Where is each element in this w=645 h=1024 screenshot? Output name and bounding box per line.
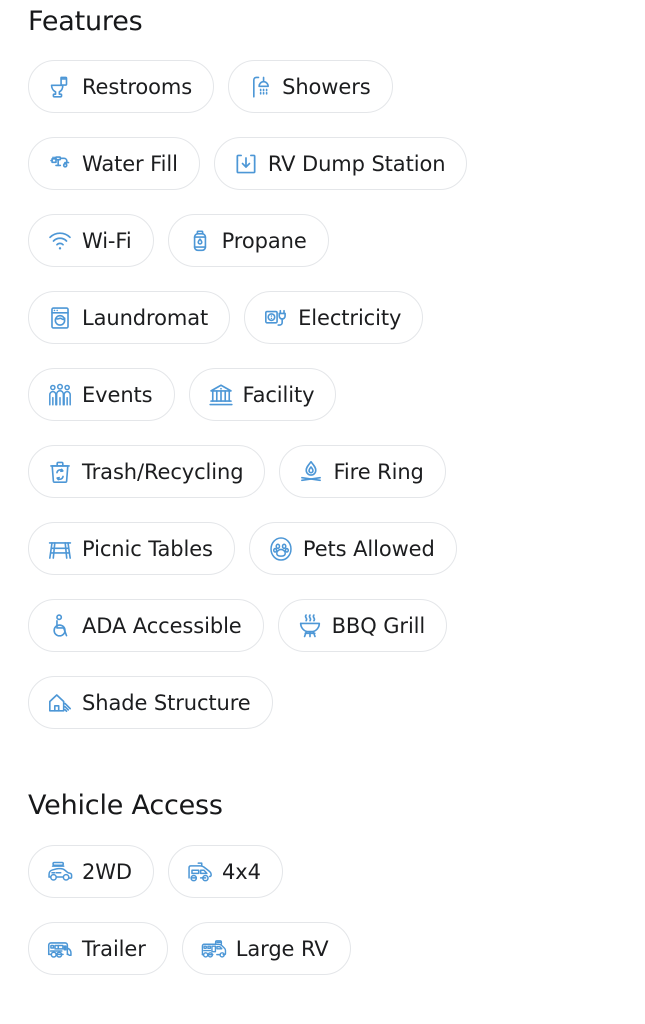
features-heading: Features [28, 6, 143, 37]
chip-label: BBQ Grill [331, 613, 426, 638]
chip-label: Trailer [82, 936, 146, 961]
wifi-icon [47, 228, 73, 254]
chip-restrooms[interactable]: Restrooms [28, 60, 215, 113]
chip-facility[interactable]: Facility [188, 368, 337, 421]
chip-large-rv[interactable]: Large RV [181, 922, 351, 975]
amenities-page: Features Restrooms Showers Water Fill RV… [0, 0, 645, 1024]
vehicle-access-section: Vehicle Access 2WD 4x4 Trailer Large RV [28, 789, 617, 975]
chip-label: Large RV [235, 936, 329, 961]
chip-label: 2WD [82, 859, 132, 884]
chip-label: Water Fill [82, 151, 178, 176]
chip-electricity[interactable]: Electricity [244, 291, 424, 344]
chip-label: Fire Ring [333, 459, 424, 484]
van-icon [187, 859, 213, 885]
chip-shade-structure[interactable]: Shade Structure [28, 676, 273, 729]
washing-machine-icon [47, 305, 73, 331]
chip-propane[interactable]: Propane [167, 214, 329, 267]
outlet-plug-icon [263, 305, 289, 331]
faucet-icon [47, 151, 73, 177]
chip-fire-ring[interactable]: Fire Ring [279, 445, 446, 498]
chip-label: Events [82, 382, 153, 407]
chip-water-fill[interactable]: Water Fill [28, 137, 200, 190]
vehicle-access-chip-list: 2WD 4x4 Trailer Large RV [28, 845, 617, 975]
campfire-icon [298, 459, 324, 485]
chip-label: Facility [242, 382, 315, 407]
chip-label: Propane [221, 228, 307, 253]
picnic-table-icon [47, 536, 73, 562]
chip-label: ADA Accessible [82, 613, 242, 638]
bbq-grill-icon [297, 613, 323, 639]
chip-showers[interactable]: Showers [228, 60, 393, 113]
chip-label: Wi-Fi [82, 228, 132, 253]
chip-events[interactable]: Events [28, 368, 175, 421]
people-group-icon [47, 382, 73, 408]
paw-print-icon [268, 536, 294, 562]
bank-building-icon [208, 382, 234, 408]
shade-canopy-icon [47, 690, 73, 716]
chip-label: Picnic Tables [82, 536, 213, 561]
motorhome-icon [201, 936, 227, 962]
chip-label: RV Dump Station [267, 151, 446, 176]
chip-label: Shade Structure [82, 690, 251, 715]
chip-2wd[interactable]: 2WD [28, 845, 154, 898]
toilet-icon [47, 74, 73, 100]
chip-label: Restrooms [82, 74, 193, 99]
propane-tank-icon [187, 228, 213, 254]
chip-label: Laundromat [82, 305, 209, 330]
recycling-bin-icon [47, 459, 73, 485]
chip-ada-accessible[interactable]: ADA Accessible [28, 599, 264, 652]
chip-trash-recycling[interactable]: Trash/Recycling [28, 445, 266, 498]
chip-label: Electricity [298, 305, 402, 330]
chip-picnic-tables[interactable]: Picnic Tables [28, 522, 235, 575]
features-section: Features Restrooms Showers Water Fill RV… [28, 0, 617, 729]
chip-label: Pets Allowed [302, 536, 435, 561]
chip-label: Trash/Recycling [82, 459, 244, 484]
suv-icon [47, 859, 73, 885]
wheelchair-icon [47, 613, 73, 639]
chip-label: 4x4 [222, 859, 261, 884]
travel-trailer-icon [47, 936, 73, 962]
vehicle-access-heading: Vehicle Access [28, 790, 223, 821]
chip-trailer[interactable]: Trailer [28, 922, 168, 975]
chip-4x4[interactable]: 4x4 [168, 845, 283, 898]
chip-laundromat[interactable]: Laundromat [28, 291, 231, 344]
chip-pets-allowed[interactable]: Pets Allowed [248, 522, 457, 575]
shower-icon [247, 74, 273, 100]
download-tray-icon [233, 151, 259, 177]
features-chip-list: Restrooms Showers Water Fill RV Dump Sta… [28, 60, 617, 729]
chip-label: Showers [282, 74, 371, 99]
chip-bbq-grill[interactable]: BBQ Grill [277, 599, 448, 652]
chip-wifi[interactable]: Wi-Fi [28, 214, 154, 267]
chip-rv-dump-station[interactable]: RV Dump Station [213, 137, 468, 190]
